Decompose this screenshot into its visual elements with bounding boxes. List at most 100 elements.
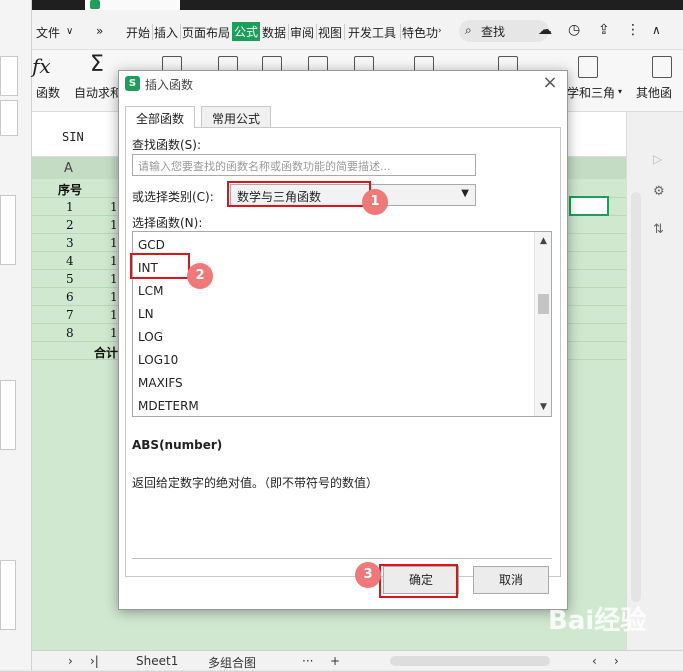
function-list[interactable]: GCD INT LCM LN LOG LOG10 MAXIFS MDETERM … (132, 231, 552, 417)
data-cell[interactable]: 1 (110, 236, 118, 250)
menu-view[interactable]: 视图 (318, 24, 342, 41)
document-logo-icon (90, 0, 100, 9)
name-box[interactable]: SIN (62, 130, 84, 144)
menu-review[interactable]: 审阅 (290, 24, 314, 41)
add-sheet-icon[interactable]: + (330, 654, 340, 668)
left-panel-tab[interactable] (0, 100, 18, 136)
history-icon[interactable]: ◷ (568, 22, 580, 38)
index-cell[interactable]: 2 (66, 218, 74, 232)
category-label: 或选择类别(C): (132, 190, 214, 204)
autosum-label[interactable]: 自动求和 (74, 84, 122, 101)
list-item[interactable]: MAXIFS (138, 376, 183, 390)
list-item[interactable]: LOG (138, 330, 163, 344)
sheet-tab-combo[interactable]: 多组合图 (208, 654, 256, 671)
left-panel-tab[interactable] (0, 56, 18, 96)
next-sheet-icon[interactable]: › (68, 654, 73, 668)
scroll-thumb[interactable] (538, 294, 549, 314)
menu-page-layout[interactable]: 页面布局 (182, 24, 230, 41)
dialog-title-bar[interactable]: S 插入函数 × (119, 71, 567, 97)
close-icon[interactable]: × (539, 72, 561, 94)
watermark: Bai经验 (548, 606, 647, 636)
math-trig-label[interactable]: 学和三角 (567, 84, 615, 101)
menu-data[interactable]: 数据 (262, 24, 286, 41)
function-list-label: 选择函数(N): (132, 216, 203, 230)
menu-developer[interactable]: 开发工具 (348, 24, 396, 41)
list-item[interactable]: LOG10 (138, 353, 178, 367)
data-cell[interactable]: 1 (110, 218, 118, 232)
search-function-input[interactable]: 请输入您要查找的函数名称或函数功能的简要描述... (132, 154, 476, 176)
scroll-right-icon[interactable]: › (614, 654, 619, 668)
data-cell[interactable]: 1 (110, 272, 118, 286)
menu-home[interactable]: 开始 (126, 24, 150, 41)
tab-common-formulas[interactable]: 常用公式 (201, 106, 272, 128)
list-item[interactable]: LCM (138, 284, 163, 298)
sheet-tab-sheet1[interactable]: Sheet1 (136, 654, 178, 668)
menu-file[interactable]: 文件 (36, 24, 60, 41)
fx-icon[interactable]: fx (32, 54, 51, 78)
sort-icon[interactable]: ⇅ (653, 222, 664, 237)
index-cell[interactable]: 8 (66, 326, 74, 340)
more-icon[interactable]: » (96, 24, 103, 38)
insert-function-label[interactable]: 函数 (36, 84, 60, 101)
list-item[interactable]: GCD (138, 238, 165, 252)
scroll-down-icon[interactable]: ▼ (538, 402, 549, 413)
scroll-up-icon[interactable]: ▲ (538, 236, 549, 247)
index-cell[interactable]: 6 (66, 290, 74, 304)
expand-icon[interactable]: ▷ (653, 152, 662, 166)
tab-all-functions[interactable]: 全部函数 (125, 106, 196, 128)
menu-insert[interactable]: 插入 (154, 24, 178, 41)
highlight-int (130, 253, 190, 279)
selected-cell[interactable] (569, 196, 609, 216)
filter-settings-icon[interactable]: ⚙ (653, 184, 665, 199)
more-sheets-icon[interactable]: ··· (302, 654, 313, 668)
list-scrollbar[interactable]: ▲ ▼ (534, 232, 551, 416)
menu-divider (344, 24, 345, 40)
data-cell[interactable]: 1 (110, 326, 118, 340)
step-badge-2: 2 (187, 263, 213, 289)
chevron-down-icon[interactable]: ∨ (66, 26, 73, 37)
header-cell[interactable]: 序号 (58, 181, 82, 198)
other-functions-label[interactable]: 其他函 (636, 84, 683, 101)
vertical-scrollbar[interactable] (631, 192, 641, 602)
share-icon[interactable]: ⇪ (598, 22, 610, 38)
other-functions-icon[interactable] (652, 56, 672, 78)
index-cell[interactable]: 3 (66, 236, 74, 250)
right-sidebar: ▷ ⚙ ⇅ (626, 112, 683, 650)
list-item[interactable]: MDETERM (138, 399, 199, 413)
chevron-right-icon[interactable]: › (438, 26, 442, 36)
index-cell[interactable]: 7 (66, 308, 74, 322)
last-sheet-icon[interactable]: ›| (90, 654, 99, 668)
data-cell[interactable]: 1 (110, 254, 118, 268)
index-cell[interactable]: 4 (66, 254, 74, 268)
data-cell[interactable]: 1 (110, 200, 118, 214)
search-icon: ⌕ (465, 23, 472, 37)
index-cell[interactable]: 1 (66, 200, 74, 214)
data-cell[interactable]: 1 (110, 290, 118, 304)
cancel-button[interactable]: 取消 (473, 566, 549, 594)
dropdown-arrow-icon[interactable]: ▾ (618, 87, 622, 96)
menu-divider (316, 24, 317, 40)
column-a-header[interactable]: A (64, 161, 73, 176)
sigma-icon[interactable]: Σ (90, 52, 104, 77)
menu-special[interactable]: 特色功 (402, 24, 440, 41)
document-tab[interactable] (85, 0, 180, 10)
math-trig-icon[interactable] (578, 56, 598, 78)
wps-logo-icon: S (125, 76, 140, 91)
total-cell[interactable]: 合计 (94, 344, 118, 361)
list-item[interactable]: LN (138, 307, 154, 321)
collapse-ribbon-icon[interactable]: ∧ (652, 23, 661, 37)
more-options-icon[interactable]: ⋮ (626, 22, 640, 38)
search-label: 查找 (481, 25, 506, 39)
search-button[interactable]: ⌕ 查找 (459, 20, 549, 42)
index-cell[interactable]: 5 (66, 272, 74, 286)
highlight-category (227, 181, 371, 207)
cloud-icon[interactable]: ☁ (538, 22, 552, 38)
data-cell[interactable]: 1 (110, 308, 118, 322)
function-syntax: ABS(number) (132, 438, 223, 452)
step-badge-3: 3 (355, 562, 381, 588)
sheet-tabs-bar: › ›| Sheet1 多组合图 ··· + ‹ › (32, 650, 683, 670)
scroll-left-icon[interactable]: ‹ (592, 654, 597, 668)
left-panel (0, 0, 32, 670)
horizontal-scrollbar[interactable] (390, 656, 550, 666)
menu-formula[interactable]: 公式 (232, 22, 261, 41)
